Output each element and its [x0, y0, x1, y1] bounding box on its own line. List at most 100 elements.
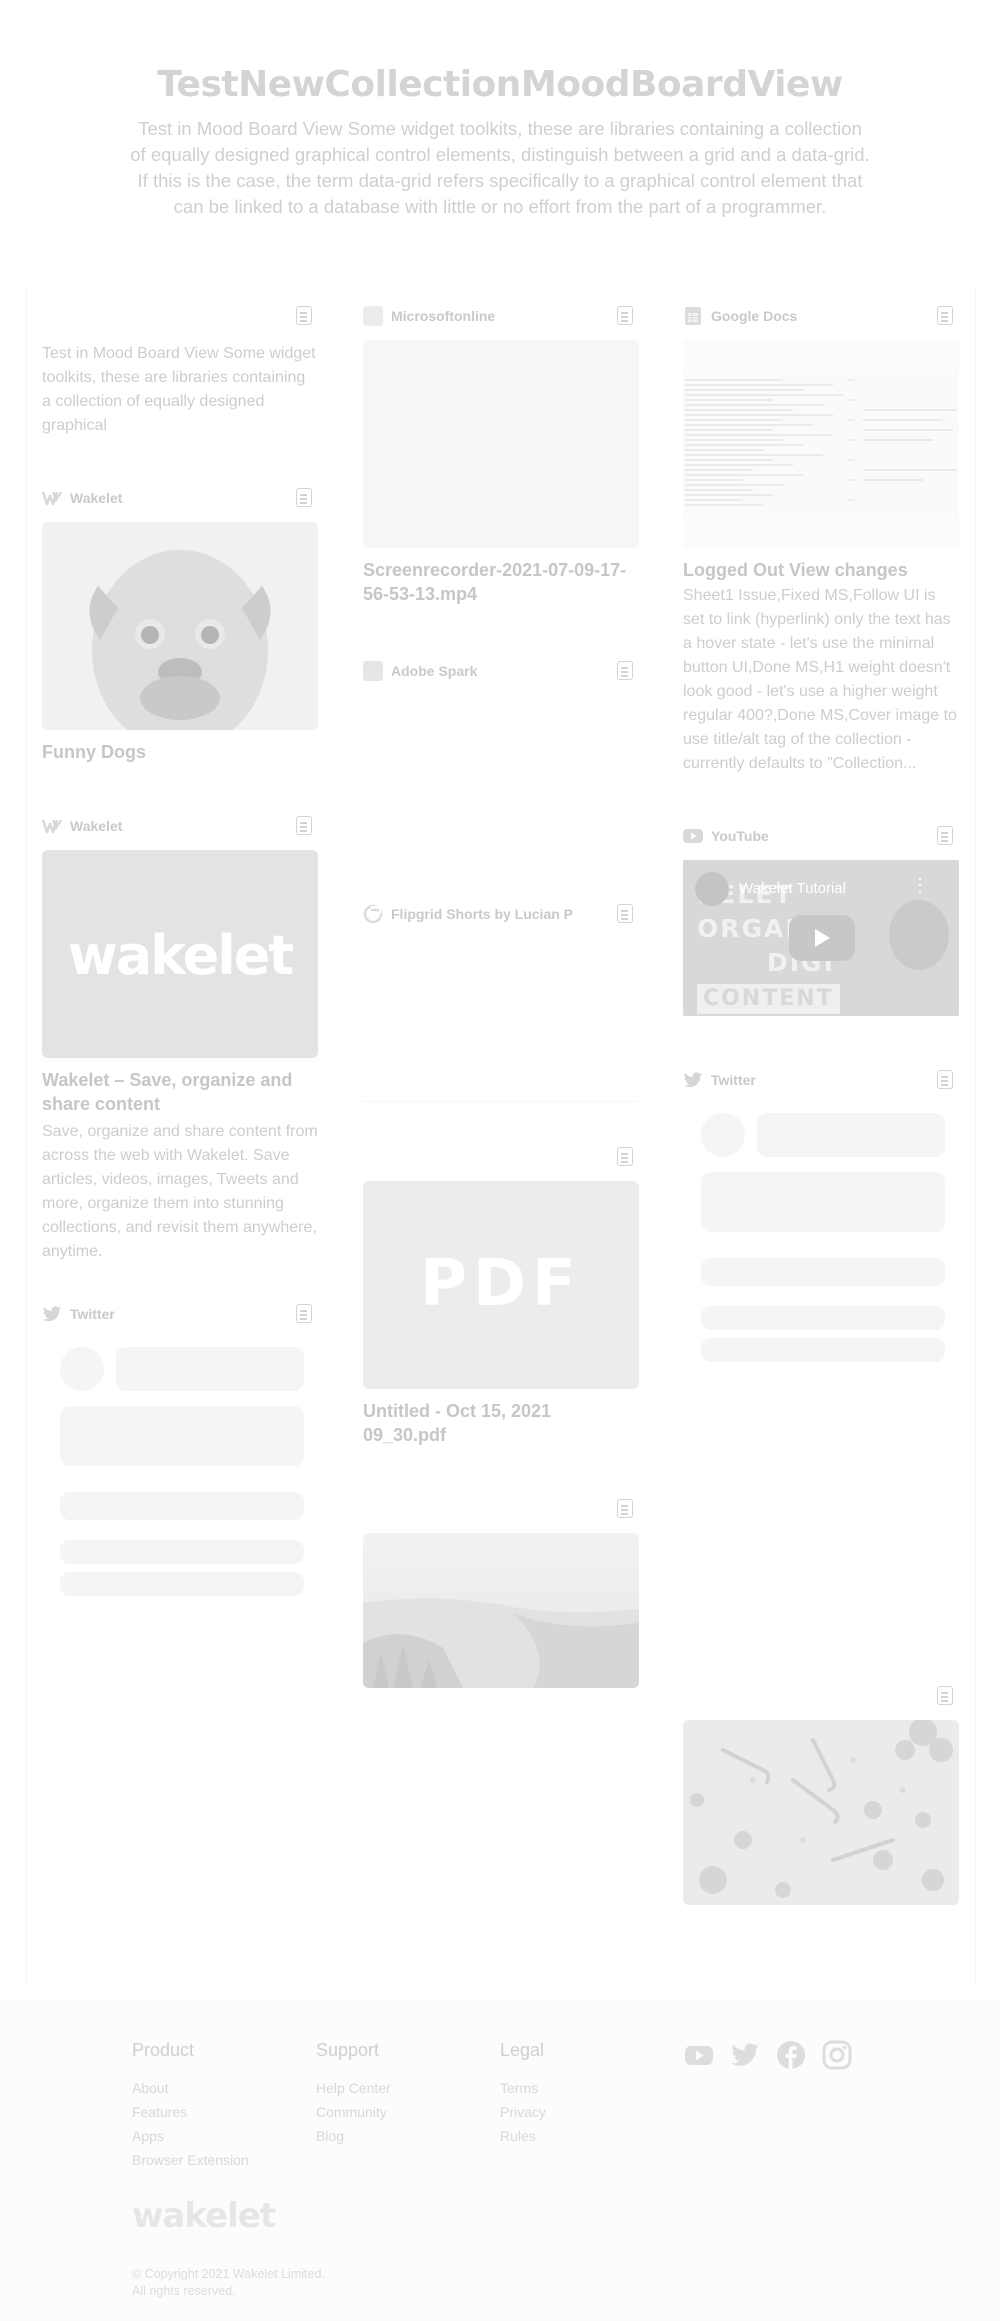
footer-link-browser-extension[interactable]: Browser Extension — [132, 2152, 249, 2168]
card-header: Wakelet — [42, 486, 318, 510]
note-icon[interactable] — [617, 1499, 633, 1518]
site-footer: Product About Features Apps Browser Exte… — [0, 2000, 1000, 2321]
card-header: Wakelet — [42, 814, 318, 838]
source-name: Adobe Spark — [391, 663, 478, 679]
wakelet-logo-image[interactable]: wakelet — [42, 850, 318, 1058]
spreadsheet-thumbnail[interactable] — [683, 340, 959, 548]
wakelet-site-card[interactable]: Wakelet wakelet Wakelet – Save, organize… — [42, 814, 318, 1274]
note-icon[interactable] — [296, 306, 312, 325]
note-icon[interactable] — [296, 488, 312, 507]
holiday-illustration — [683, 1720, 959, 1905]
source-name: Microsoftonline — [391, 308, 496, 324]
note-icon[interactable] — [296, 1304, 312, 1323]
pug-illustration — [42, 522, 318, 730]
holiday-photo-card[interactable] — [683, 1684, 959, 1924]
note-icon[interactable] — [937, 1070, 953, 1089]
holiday-image[interactable] — [683, 1720, 959, 1905]
facebook-icon[interactable] — [776, 2040, 806, 2070]
page-title: TestNewCollectionMoodBoardView — [157, 64, 843, 105]
footer-link-features[interactable]: Features — [132, 2104, 187, 2120]
pdf-thumbnail[interactable]: PDF — [363, 1181, 639, 1389]
note-icon[interactable] — [617, 1147, 633, 1166]
coast-photo-card[interactable] — [363, 1497, 639, 1697]
overlay-line: CONTENT — [697, 984, 840, 1014]
wakelet-logo-text: wakelet — [67, 924, 294, 987]
wakelet-icon — [42, 491, 62, 506]
copyright-line: © Copyright 2021 Wakelet Limited. — [132, 2267, 325, 2281]
youtube-icon — [683, 829, 703, 843]
card-header: Twitter — [683, 1068, 959, 1092]
microsoft-icon — [363, 306, 383, 326]
note-icon[interactable] — [937, 1686, 953, 1705]
footer-link-community[interactable]: Community — [316, 2104, 387, 2120]
source-name: Flipgrid Shorts by Lucian P — [391, 906, 574, 922]
pug-image[interactable] — [42, 522, 318, 730]
twitter-icon — [683, 1072, 703, 1088]
youtube-icon[interactable] — [684, 2040, 714, 2070]
card-title[interactable]: Screenrecorder-2021-07-09-17-56-53-13.mp… — [363, 558, 639, 606]
card-header: Adobe Spark — [363, 659, 639, 683]
card-header — [42, 304, 318, 328]
google-docs-card[interactable]: Google Docs Logged Out View changes Shee… — [683, 304, 959, 784]
wakelet-footer-logo[interactable]: wakelet — [132, 2196, 276, 2236]
screenrecorder-card[interactable]: Microsoftonline Screenrecorder-2021-07-0… — [363, 304, 639, 604]
footer-link-terms[interactable]: Terms — [500, 2080, 538, 2096]
source-name: Wakelet — [70, 818, 123, 834]
footer-link-blog[interactable]: Blog — [316, 2128, 344, 2144]
funny-dogs-card[interactable]: Wakelet Funny Dogs — [42, 486, 318, 766]
copyright-line: All rights reserved. — [132, 2284, 236, 2298]
more-options-icon[interactable]: ⋮ — [911, 876, 929, 894]
pdf-card[interactable]: PDF Untitled - Oct 15, 2021 09_30.pdf — [363, 1145, 639, 1445]
note-icon[interactable] — [296, 816, 312, 835]
collection-description: Test in Mood Board View Some widget tool… — [130, 118, 870, 217]
text-note-card[interactable]: Test in Mood Board View Some widget tool… — [42, 304, 318, 444]
card-header: Google Docs — [683, 304, 959, 328]
wakelet-icon — [42, 819, 62, 834]
card-header: Flipgrid Shorts by Lucian P — [363, 902, 639, 926]
footer-link-apps[interactable]: Apps — [132, 2128, 164, 2144]
coast-image[interactable] — [363, 1533, 639, 1688]
source-name: YouTube — [711, 828, 769, 844]
note-icon[interactable] — [617, 661, 633, 680]
twitter-icon[interactable] — [730, 2040, 760, 2070]
mood-board: Test in Mood Board View Some widget tool… — [26, 287, 976, 1987]
card-header: YouTube — [683, 824, 959, 848]
card-title[interactable]: Logged Out View changes — [683, 558, 959, 582]
source-name: Wakelet — [70, 490, 123, 506]
youtube-embed[interactable]: KELET ORGAN DIGI CONTENT Wakelet Tutoria… — [683, 860, 959, 1016]
source-name: Twitter — [711, 1072, 756, 1088]
flipgrid-icon — [363, 904, 383, 924]
twitter-card[interactable]: Twitter — [683, 1068, 959, 1388]
youtube-card[interactable]: YouTube KELET ORGAN DIGI CONTENT Wakelet… — [683, 824, 959, 1024]
card-header: Twitter — [42, 1302, 318, 1326]
play-button[interactable] — [789, 915, 855, 961]
source-name: Google Docs — [711, 308, 798, 324]
footer-link-help-center[interactable]: Help Center — [316, 2080, 391, 2096]
card-title[interactable]: Untitled - Oct 15, 2021 09_30.pdf — [363, 1399, 639, 1447]
video-thumbnail[interactable] — [363, 340, 639, 548]
footer-heading: Legal — [500, 2040, 545, 2060]
video-title[interactable]: Wakelet Tutorial — [739, 880, 846, 897]
play-icon — [815, 929, 830, 947]
note-icon[interactable] — [617, 306, 633, 325]
twitter-card[interactable]: Twitter — [42, 1302, 318, 1612]
note-icon[interactable] — [937, 826, 953, 845]
adobe-spark-card[interactable]: Adobe Spark — [363, 659, 639, 879]
spreadsheet-preview — [683, 374, 959, 514]
channel-avatar — [695, 872, 729, 906]
instagram-icon[interactable] — [822, 2040, 852, 2070]
footer-heading: Support — [316, 2040, 380, 2060]
source-name: Twitter — [70, 1306, 115, 1322]
footer-link-about[interactable]: About — [132, 2080, 169, 2096]
coast-illustration — [363, 1533, 639, 1688]
note-icon[interactable] — [937, 306, 953, 325]
adobe-spark-icon — [363, 661, 383, 681]
footer-link-privacy[interactable]: Privacy — [500, 2104, 546, 2120]
card-header — [363, 1497, 639, 1521]
card-header — [683, 1684, 959, 1708]
card-title[interactable]: Wakelet – Save, organize and share conte… — [42, 1068, 318, 1116]
flipgrid-card[interactable]: Flipgrid Shorts by Lucian P — [363, 902, 639, 1102]
note-icon[interactable] — [617, 904, 633, 923]
footer-link-rules[interactable]: Rules — [500, 2128, 536, 2144]
card-title[interactable]: Funny Dogs — [42, 740, 318, 764]
